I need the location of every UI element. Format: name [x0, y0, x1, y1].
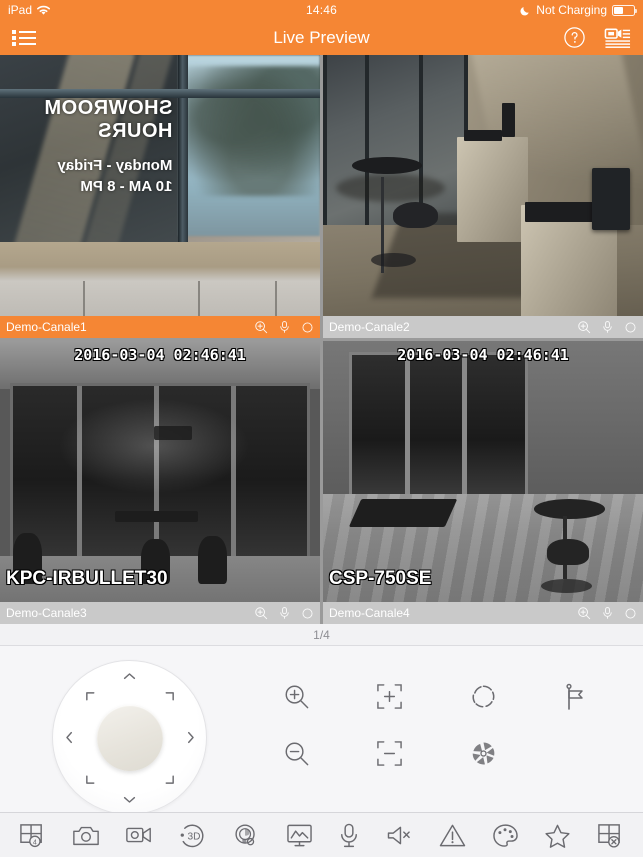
sign-line-1: SHOWROOM HOURS: [44, 97, 173, 143]
iris-open-icon[interactable]: [470, 683, 497, 710]
channel-name-1: Demo-Canale1: [6, 320, 87, 334]
video-cell-2[interactable]: Demo-Canale2: [323, 55, 643, 338]
iris-close-icon[interactable]: [470, 740, 497, 767]
battery-icon: [612, 4, 637, 16]
storefront-sign: SHOWROOM HOURS Monday - Friday 10 AM - 8…: [6, 97, 172, 195]
ptz-arrow-right[interactable]: [183, 731, 197, 745]
image-display-icon[interactable]: [286, 823, 313, 848]
snapshot-camera-icon[interactable]: [72, 823, 100, 848]
alarm-warning-icon[interactable]: [439, 823, 466, 848]
live-preview-app: iPad 14:46 Not Charging Live Preview SHO…: [0, 0, 643, 857]
status-bar: iPad 14:46 Not Charging: [0, 0, 643, 20]
help-circle-icon[interactable]: [563, 26, 586, 49]
video-stream-4: 2016-03-04 02:46:41 CSP-750SE: [323, 341, 643, 624]
microphone-icon[interactable]: [278, 320, 291, 334]
record-icon[interactable]: [301, 607, 314, 620]
palette-icon[interactable]: [492, 823, 519, 848]
channel-icons-1: [254, 320, 314, 334]
video-cell-4[interactable]: 2016-03-04 02:46:41 CSP-750SE Demo-Canal…: [323, 341, 643, 624]
ptz-function-grid: [250, 668, 623, 782]
page-indicator: 1/4: [0, 624, 643, 646]
channel-bar-2[interactable]: Demo-Canale2: [323, 316, 643, 338]
microphone-icon[interactable]: [601, 606, 614, 620]
bottom-toolbar: 4 3D: [0, 812, 643, 857]
ptz-arrow-left[interactable]: [62, 731, 76, 745]
page-title: Live Preview: [273, 27, 370, 47]
zoom-in-icon[interactable]: [577, 606, 591, 620]
zoom-in-icon[interactable]: [282, 682, 311, 711]
focus-near-icon[interactable]: [376, 683, 403, 710]
channel-bar-3[interactable]: Demo-Canale3: [0, 602, 320, 624]
close-all-icon[interactable]: [597, 822, 624, 849]
channel-bar-4[interactable]: Demo-Canale4: [323, 602, 643, 624]
record-icon[interactable]: [301, 321, 314, 334]
channel-icons-2: [577, 320, 637, 334]
microphone-icon[interactable]: [338, 822, 360, 849]
sign-line-2: Monday - Friday: [57, 157, 173, 175]
ptz-control-panel: [0, 646, 643, 831]
sign-line-3: 10 AM - 8 PM: [80, 178, 173, 196]
ptz-arrow-down[interactable]: [123, 792, 137, 806]
video-stream-2: [323, 55, 643, 338]
focus-far-icon[interactable]: [376, 740, 403, 767]
channel-icons-4: [577, 606, 637, 620]
ptz-control-icon[interactable]: [232, 822, 260, 849]
moon-icon: [520, 5, 531, 16]
record-icon[interactable]: [624, 607, 637, 620]
speaker-mute-icon[interactable]: [386, 824, 413, 847]
channel-bar-1[interactable]: Demo-Canale1: [0, 316, 320, 338]
video-stream-1: SHOWROOM HOURS Monday - Friday 10 AM - 8…: [0, 55, 320, 338]
zoom-in-icon[interactable]: [254, 606, 268, 620]
osd-timestamp-4: 2016-03-04 02:46:41: [397, 346, 569, 364]
record-video-icon[interactable]: [125, 824, 153, 846]
zoom-out-icon[interactable]: [282, 739, 311, 768]
microphone-icon[interactable]: [278, 606, 291, 620]
zoom-in-icon[interactable]: [577, 320, 591, 334]
ptz-arrow-up[interactable]: [123, 669, 137, 683]
zoom-in-icon[interactable]: [254, 320, 268, 334]
channel-name-2: Demo-Canale2: [329, 320, 410, 334]
channel-name-4: Demo-Canale4: [329, 606, 410, 620]
channel-name-3: Demo-Canale3: [6, 606, 87, 620]
osd-camera-name-4: CSP-750SE: [329, 568, 432, 589]
layout-grid-4-icon[interactable]: 4: [19, 822, 46, 849]
status-bar-right: Not Charging: [520, 3, 637, 17]
navigation-bar: Live Preview: [0, 20, 643, 55]
favorite-star-icon[interactable]: [544, 823, 571, 848]
microphone-icon[interactable]: [601, 320, 614, 334]
osd-camera-name-3: KPC-IRBULLET30: [6, 568, 168, 589]
ptz-arrow-up-right[interactable]: [162, 689, 176, 703]
svg-text:4: 4: [33, 838, 37, 846]
nav-bar-actions: [563, 26, 631, 49]
record-icon[interactable]: [624, 321, 637, 334]
svg-text:3D: 3D: [188, 831, 201, 842]
three-d-positioning-icon[interactable]: 3D: [179, 822, 206, 849]
preset-flag-icon[interactable]: [564, 683, 588, 711]
charging-status-label: Not Charging: [536, 3, 607, 17]
ptz-arrow-down-left[interactable]: [83, 772, 97, 786]
video-cell-1[interactable]: SHOWROOM HOURS Monday - Friday 10 AM - 8…: [0, 55, 320, 338]
video-stream-3: 2016-03-04 02:46:41 KPC-IRBULLET30: [0, 341, 320, 624]
video-cell-3[interactable]: 2016-03-04 02:46:41 KPC-IRBULLET30 Demo-…: [0, 341, 320, 624]
channel-icons-3: [254, 606, 314, 620]
ptz-center-button[interactable]: [96, 704, 163, 771]
osd-timestamp-3: 2016-03-04 02:46:41: [74, 346, 246, 364]
ptz-arrow-up-left[interactable]: [83, 689, 97, 703]
video-grid: SHOWROOM HOURS Monday - Friday 10 AM - 8…: [0, 55, 643, 624]
device-list-icon[interactable]: [604, 27, 631, 49]
ptz-direction-pad[interactable]: [52, 660, 207, 815]
ptz-arrow-down-right[interactable]: [162, 772, 176, 786]
list-menu-icon[interactable]: [12, 28, 36, 48]
page-indicator-label: 1/4: [313, 627, 330, 642]
